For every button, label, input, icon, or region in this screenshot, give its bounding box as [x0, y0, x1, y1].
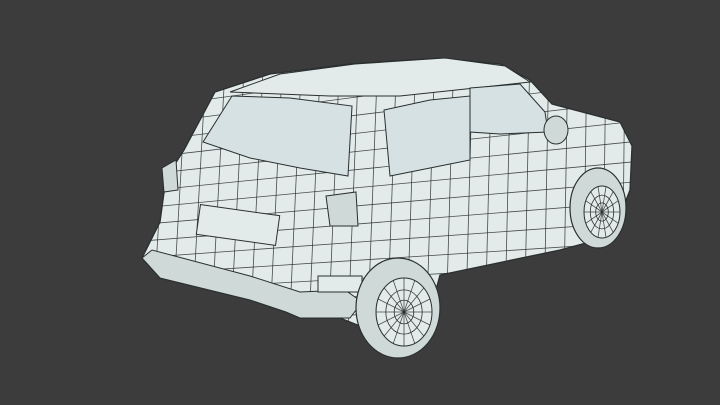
tail-light-right — [325, 191, 359, 227]
rear-wheel — [355, 257, 441, 359]
tail-light-left — [161, 159, 179, 193]
car-wireframe-model[interactable] — [0, 0, 720, 405]
side-mirror — [543, 115, 569, 145]
bumper-light — [317, 275, 363, 293]
front-wheel — [569, 167, 627, 249]
3d-viewport[interactable] — [0, 0, 720, 405]
